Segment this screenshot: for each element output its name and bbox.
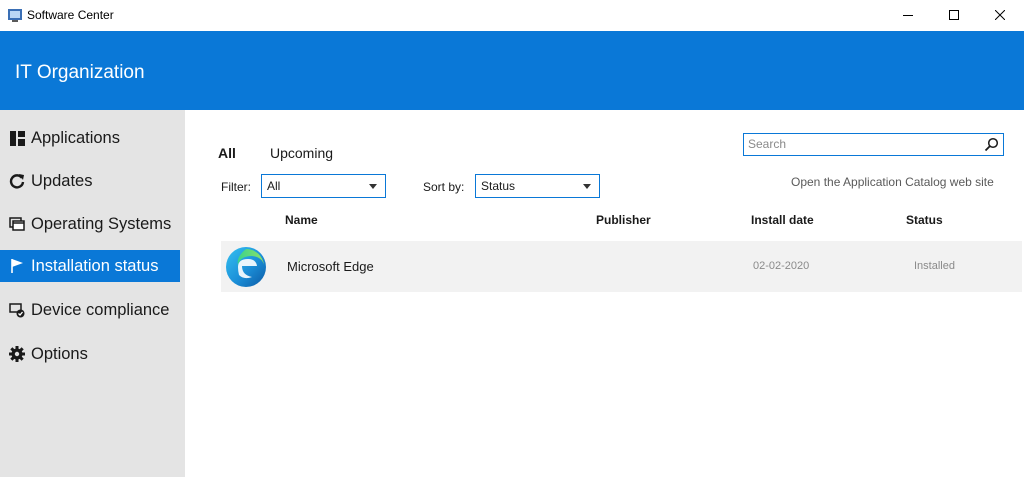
sidebar-item-label: Operating Systems bbox=[31, 214, 172, 233]
install-date: 02-02-2020 bbox=[753, 260, 810, 272]
sidebar-item-device-compliance[interactable]: Device compliance bbox=[0, 294, 180, 326]
tab-upcoming[interactable]: Upcoming bbox=[270, 145, 333, 161]
window-title: Software Center bbox=[27, 8, 114, 22]
close-icon bbox=[994, 7, 1006, 25]
maximize-icon bbox=[949, 7, 959, 25]
column-header-name[interactable]: Name bbox=[285, 213, 318, 227]
sort-dropdown[interactable]: Status bbox=[475, 174, 600, 198]
sidebar-item-label: Options bbox=[31, 344, 88, 363]
organization-header: IT Organization bbox=[0, 31, 1024, 110]
sidebar-item-operating-systems[interactable]: Operating Systems bbox=[0, 208, 180, 240]
column-header-publisher[interactable]: Publisher bbox=[596, 213, 651, 227]
title-bar: Software Center bbox=[0, 0, 1024, 31]
sidebar-item-applications[interactable]: Applications bbox=[0, 122, 180, 154]
application-catalog-link[interactable]: Open the Application Catalog web site bbox=[791, 175, 994, 189]
sidebar: Applications Updates Operating Systems I… bbox=[0, 110, 185, 477]
tab-all[interactable]: All bbox=[218, 145, 236, 161]
sidebar-item-installation-status[interactable]: Installation status bbox=[0, 250, 180, 282]
filter-dropdown[interactable]: All bbox=[261, 174, 386, 198]
minimize-icon bbox=[903, 7, 913, 25]
sort-label: Sort by: bbox=[423, 180, 465, 194]
sidebar-item-updates[interactable]: Updates bbox=[0, 165, 180, 197]
sort-value: Status bbox=[481, 179, 516, 193]
column-header-status[interactable]: Status bbox=[906, 213, 943, 227]
flag-icon bbox=[9, 258, 25, 274]
search-input[interactable]: Search bbox=[743, 133, 1004, 156]
column-header-install-date[interactable]: Install date bbox=[751, 213, 814, 227]
sidebar-item-label: Device compliance bbox=[31, 300, 170, 319]
microsoft-edge-icon bbox=[224, 245, 268, 289]
chevron-down-icon bbox=[369, 184, 377, 189]
minimize-button[interactable] bbox=[885, 0, 931, 31]
sidebar-item-label: Applications bbox=[31, 128, 120, 147]
compliance-icon bbox=[9, 302, 25, 318]
windows-stack-icon bbox=[9, 216, 25, 232]
filter-label: Filter: bbox=[221, 180, 251, 194]
software-center-app-icon bbox=[7, 7, 23, 23]
search-icon[interactable] bbox=[984, 137, 999, 152]
applications-grid-icon bbox=[9, 130, 25, 146]
organization-name: IT Organization bbox=[15, 62, 145, 83]
table-row[interactable]: Microsoft Edge 02-02-2020 Installed bbox=[221, 241, 1022, 292]
app-name: Microsoft Edge bbox=[287, 259, 374, 274]
status-text: Installed bbox=[914, 260, 955, 272]
chevron-down-icon bbox=[583, 184, 591, 189]
sidebar-item-label: Installation status bbox=[31, 256, 159, 275]
maximize-button[interactable] bbox=[931, 0, 977, 31]
sidebar-item-options[interactable]: Options bbox=[0, 338, 180, 370]
refresh-icon bbox=[9, 173, 25, 189]
gear-icon bbox=[9, 346, 25, 362]
sidebar-item-label: Updates bbox=[31, 171, 93, 190]
close-button[interactable] bbox=[977, 0, 1023, 31]
filter-value: All bbox=[267, 179, 281, 193]
search-placeholder: Search bbox=[748, 137, 787, 151]
